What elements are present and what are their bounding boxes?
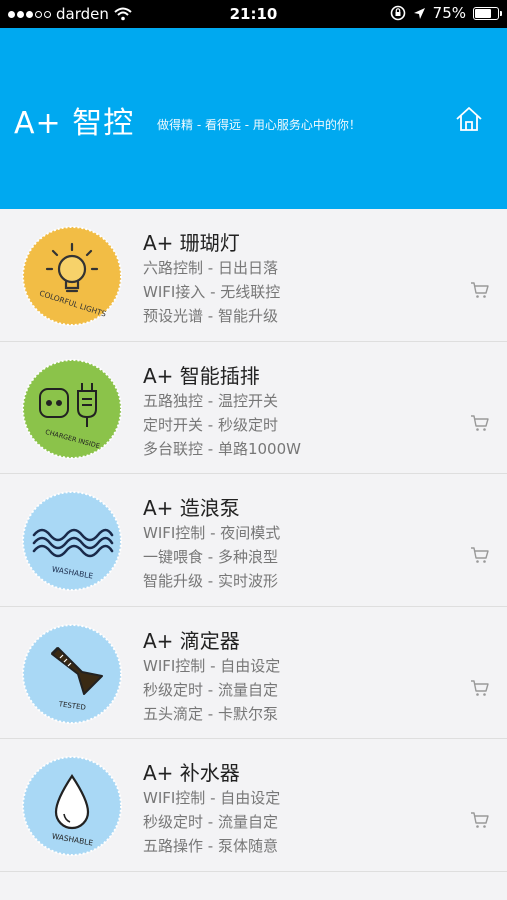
product-item-auto-top-off[interactable]: WASHABLE A+ 补水器 WIFI控制 - 自由设定 秒级定时 - 流量自… (0, 739, 507, 872)
product-name: A+ 智能插排 (143, 363, 260, 388)
shopping-cart-icon[interactable] (470, 414, 490, 432)
app-slogan: 做得精 - 看得远 - 用心服务心中的你！ (157, 118, 361, 132)
shopping-cart-icon[interactable] (470, 679, 490, 697)
app-title: A+ 智控 (14, 106, 135, 141)
product-name: A+ 滴定器 (143, 628, 240, 653)
shopping-cart-icon[interactable] (470, 811, 490, 829)
product-feature: 秒级定时 - 流量自定 (143, 813, 278, 831)
location-arrow-icon (413, 7, 425, 19)
product-item-coral-light[interactable]: COLORFUL LIGHTS A+ 珊瑚灯 六路控制 - 日出日落 WIFI接… (0, 209, 507, 342)
product-list: COLORFUL LIGHTS A+ 珊瑚灯 六路控制 - 日出日落 WIFI接… (0, 209, 507, 872)
app-header: A+ 智控 做得精 - 看得远 - 用心服务心中的你！ (0, 28, 507, 209)
colorful-lights-badge: COLORFUL LIGHTS (22, 226, 122, 326)
product-name: A+ 珊瑚灯 (143, 231, 240, 255)
product-feature: WIFI控制 - 夜间模式 (143, 524, 281, 542)
product-feature: 多台联控 - 单路1000W (143, 439, 301, 458)
washable-badge: WASHABLE (22, 756, 122, 856)
product-feature: WIFI控制 - 自由设定 (143, 656, 281, 675)
product-feature: 六路控制 - 日出日落 (143, 259, 278, 277)
product-feature: 定时开关 - 秒级定时 (143, 415, 278, 434)
product-feature: 一键喂食 - 多种浪型 (143, 548, 278, 566)
rotation-lock-icon (390, 5, 405, 21)
tested-badge: TESTED (22, 623, 122, 724)
product-feature: 智能升级 - 实时波形 (143, 572, 278, 590)
product-feature: 五路操作 - 泵体随意 (143, 837, 278, 855)
product-feature: 预设光谱 - 智能升级 (143, 307, 278, 325)
product-feature: 秒级定时 - 流量自定 (143, 680, 278, 699)
shopping-cart-icon[interactable] (470, 546, 490, 564)
status-bar: darden 21:10 75% (0, 0, 507, 28)
product-item-doser[interactable]: TESTED A+ 滴定器 WIFI控制 - 自由设定 秒级定时 - 流量自定 … (0, 606, 507, 739)
washable-badge: WASHABLE (22, 491, 122, 591)
home-icon[interactable] (452, 102, 486, 136)
product-feature: 五路独控 - 温控开关 (143, 391, 278, 410)
product-feature: WIFI接入 - 无线联控 (143, 283, 281, 301)
product-item-wave-pump[interactable]: WASHABLE A+ 造浪泵 WIFI控制 - 夜间模式 一键喂食 - 多种浪… (0, 474, 507, 607)
product-name: A+ 造浪泵 (143, 496, 240, 520)
product-item-smart-power-strip[interactable]: CHARGER INSIDE A+ 智能插排 五路独控 - 温控开关 定时开关 … (0, 341, 507, 474)
status-right: 75% (390, 4, 502, 22)
charger-inside-badge: CHARGER INSIDE (22, 358, 122, 459)
battery-percent: 75% (432, 4, 466, 22)
product-feature: WIFI控制 - 自由设定 (143, 789, 281, 807)
product-feature: 五头滴定 - 卡默尔泵 (143, 704, 278, 723)
product-name: A+ 补水器 (143, 761, 240, 785)
battery-icon (473, 6, 502, 20)
shopping-cart-icon[interactable] (470, 281, 490, 299)
